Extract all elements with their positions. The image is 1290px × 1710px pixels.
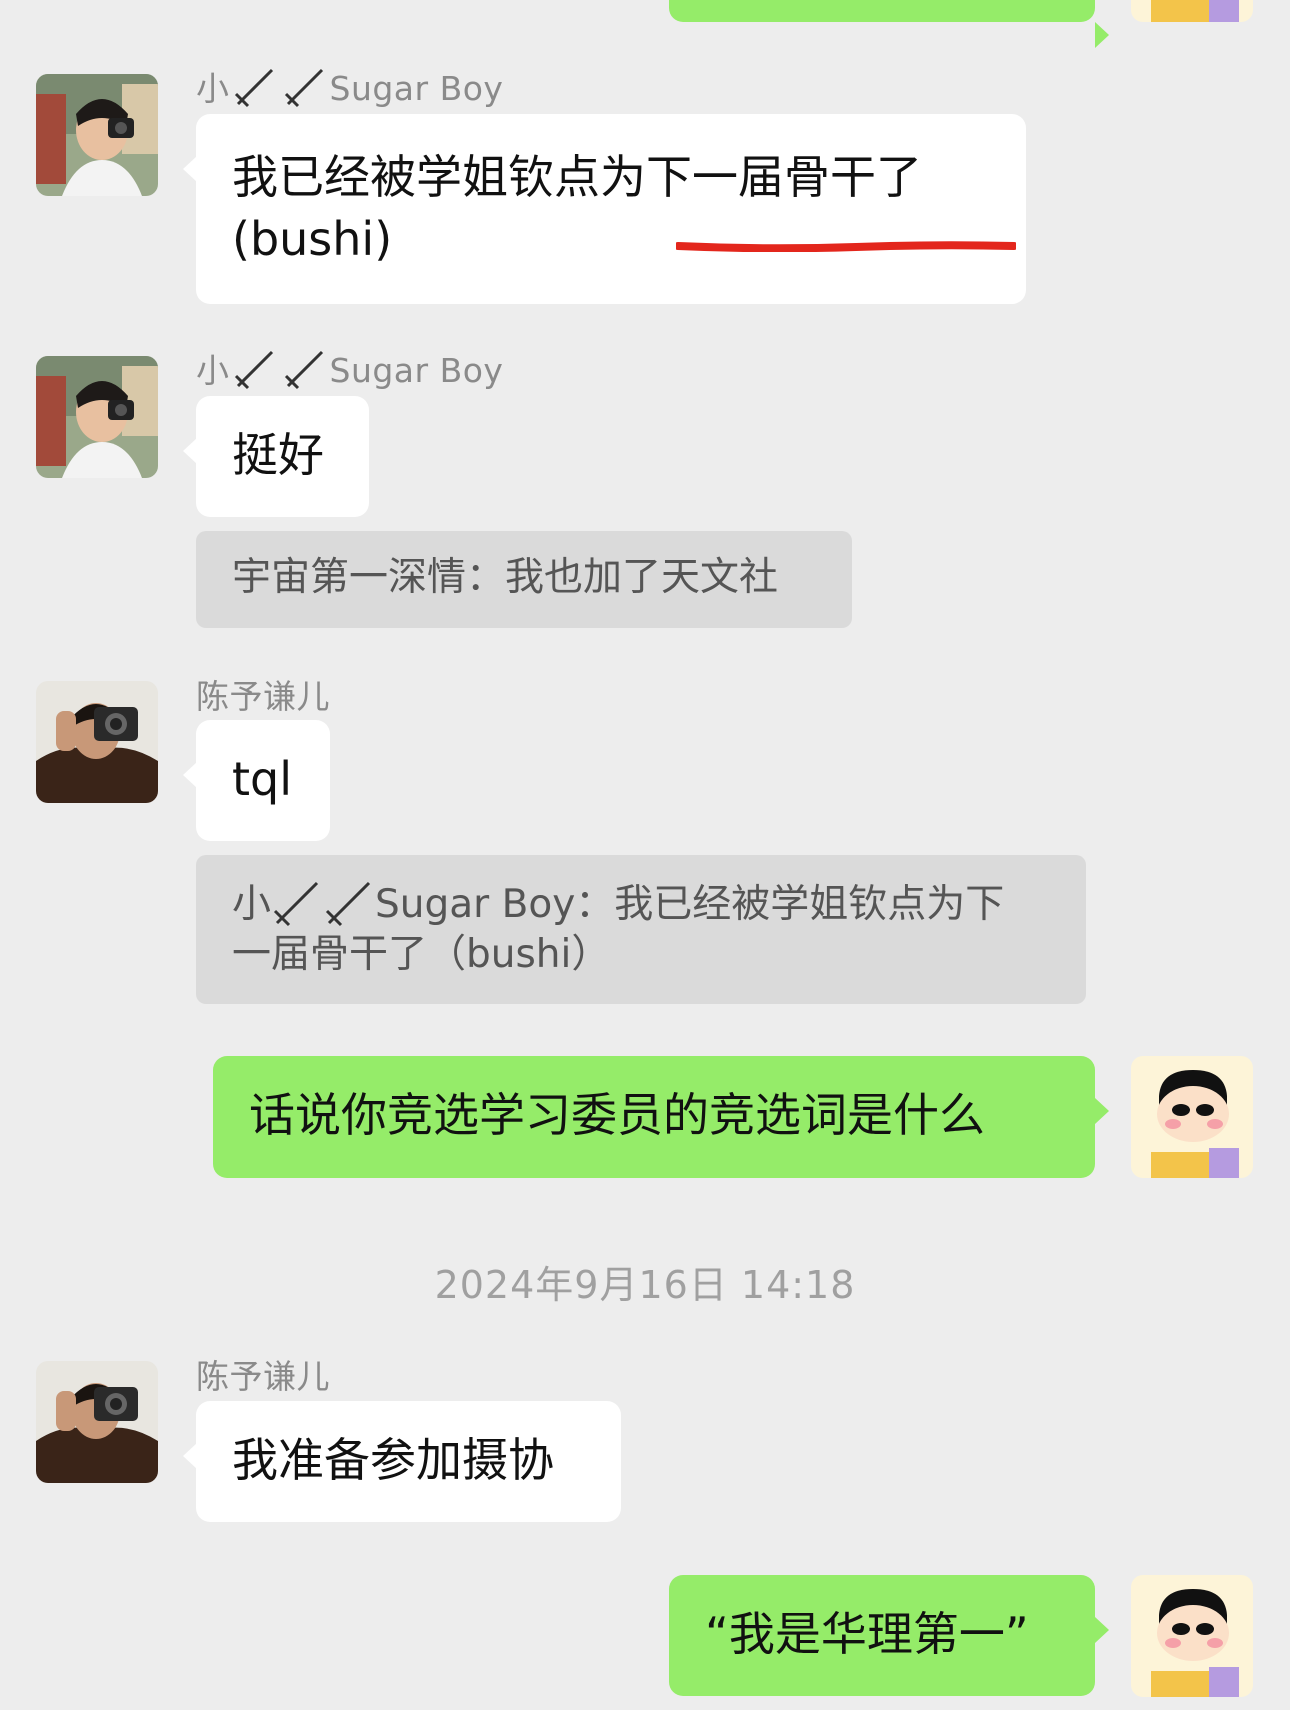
sender-avatar[interactable] bbox=[36, 356, 158, 478]
message-text: 我已经被学姐钦点为下一届骨干了 bbox=[232, 150, 922, 204]
message-text: 我准备参加摄协 bbox=[232, 1433, 554, 1487]
message-bubble[interactable]: tql bbox=[183, 720, 330, 841]
sender-avatar[interactable] bbox=[36, 1361, 158, 1483]
dagger-icon bbox=[234, 350, 273, 390]
message-bubble[interactable]: 话说你竞选学习委员的竞选词是什么 bbox=[213, 1056, 1109, 1178]
quoted-message[interactable]: 小 Sugar Boy：我已经被学姐钦点为下 一届骨干了（bushi） bbox=[196, 855, 1086, 1004]
sender-name: 小 Sugar Boy bbox=[196, 344, 503, 392]
self-avatar-partial[interactable] bbox=[1131, 0, 1253, 22]
dagger-icon bbox=[325, 881, 371, 927]
camera-avatar-icon bbox=[36, 1361, 158, 1483]
message-text: 挺好 bbox=[232, 428, 324, 482]
message-text: “我是华理第一” bbox=[705, 1607, 1029, 1661]
self-avatar[interactable] bbox=[1131, 1056, 1253, 1178]
chat-area[interactable]: 小 Sugar Boy 我已经被学姐钦点为下一届骨干了 (bushi) 小 Suga… bbox=[0, 0, 1290, 1710]
message-bubble[interactable]: 挺好 bbox=[183, 396, 369, 517]
red-underline-annotation bbox=[676, 241, 1016, 252]
dagger-icon bbox=[234, 68, 273, 108]
message-text: tql bbox=[232, 752, 293, 806]
crayon-shinchan-avatar-icon bbox=[1131, 0, 1253, 22]
quote-line: 小 Sugar Boy：我已经被学姐钦点为下 bbox=[232, 877, 1050, 930]
camera-avatar-icon bbox=[36, 681, 158, 803]
sender-avatar[interactable] bbox=[36, 681, 158, 803]
crayon-shinchan-avatar-icon bbox=[1131, 1056, 1253, 1178]
crayon-shinchan-avatar-icon bbox=[1131, 1575, 1253, 1697]
sender-name: 陈予谦儿 bbox=[196, 1357, 330, 1396]
dagger-icon bbox=[284, 68, 323, 108]
quote-line: 一届骨干了（bushi） bbox=[232, 932, 611, 977]
message-bubble[interactable]: 我已经被学姐钦点为下一届骨干了 (bushi) bbox=[183, 114, 1026, 304]
message-bubble-partial[interactable] bbox=[669, 0, 1109, 48]
message-bubble[interactable]: 我准备参加摄协 bbox=[183, 1401, 621, 1522]
message-bubble[interactable]: “我是华理第一” bbox=[669, 1575, 1109, 1696]
timestamp: 2024年9月16日 14:18 bbox=[434, 1263, 856, 1307]
quote-text: 宇宙第一深情：我也加了天文社 bbox=[232, 555, 779, 600]
self-avatar[interactable] bbox=[1131, 1575, 1253, 1697]
sender-avatar[interactable] bbox=[36, 74, 158, 196]
quoted-message[interactable]: 宇宙第一深情：我也加了天文社 bbox=[196, 531, 852, 628]
dagger-icon bbox=[273, 881, 319, 927]
dagger-icon bbox=[284, 350, 323, 390]
sender-name: 小 Sugar Boy bbox=[196, 62, 503, 110]
photographer-avatar-icon bbox=[36, 356, 158, 478]
photographer-avatar-icon bbox=[36, 74, 158, 196]
message-text: 话说你竞选学习委员的竞选词是什么 bbox=[249, 1088, 985, 1142]
sender-name: 陈予谦儿 bbox=[196, 677, 330, 716]
